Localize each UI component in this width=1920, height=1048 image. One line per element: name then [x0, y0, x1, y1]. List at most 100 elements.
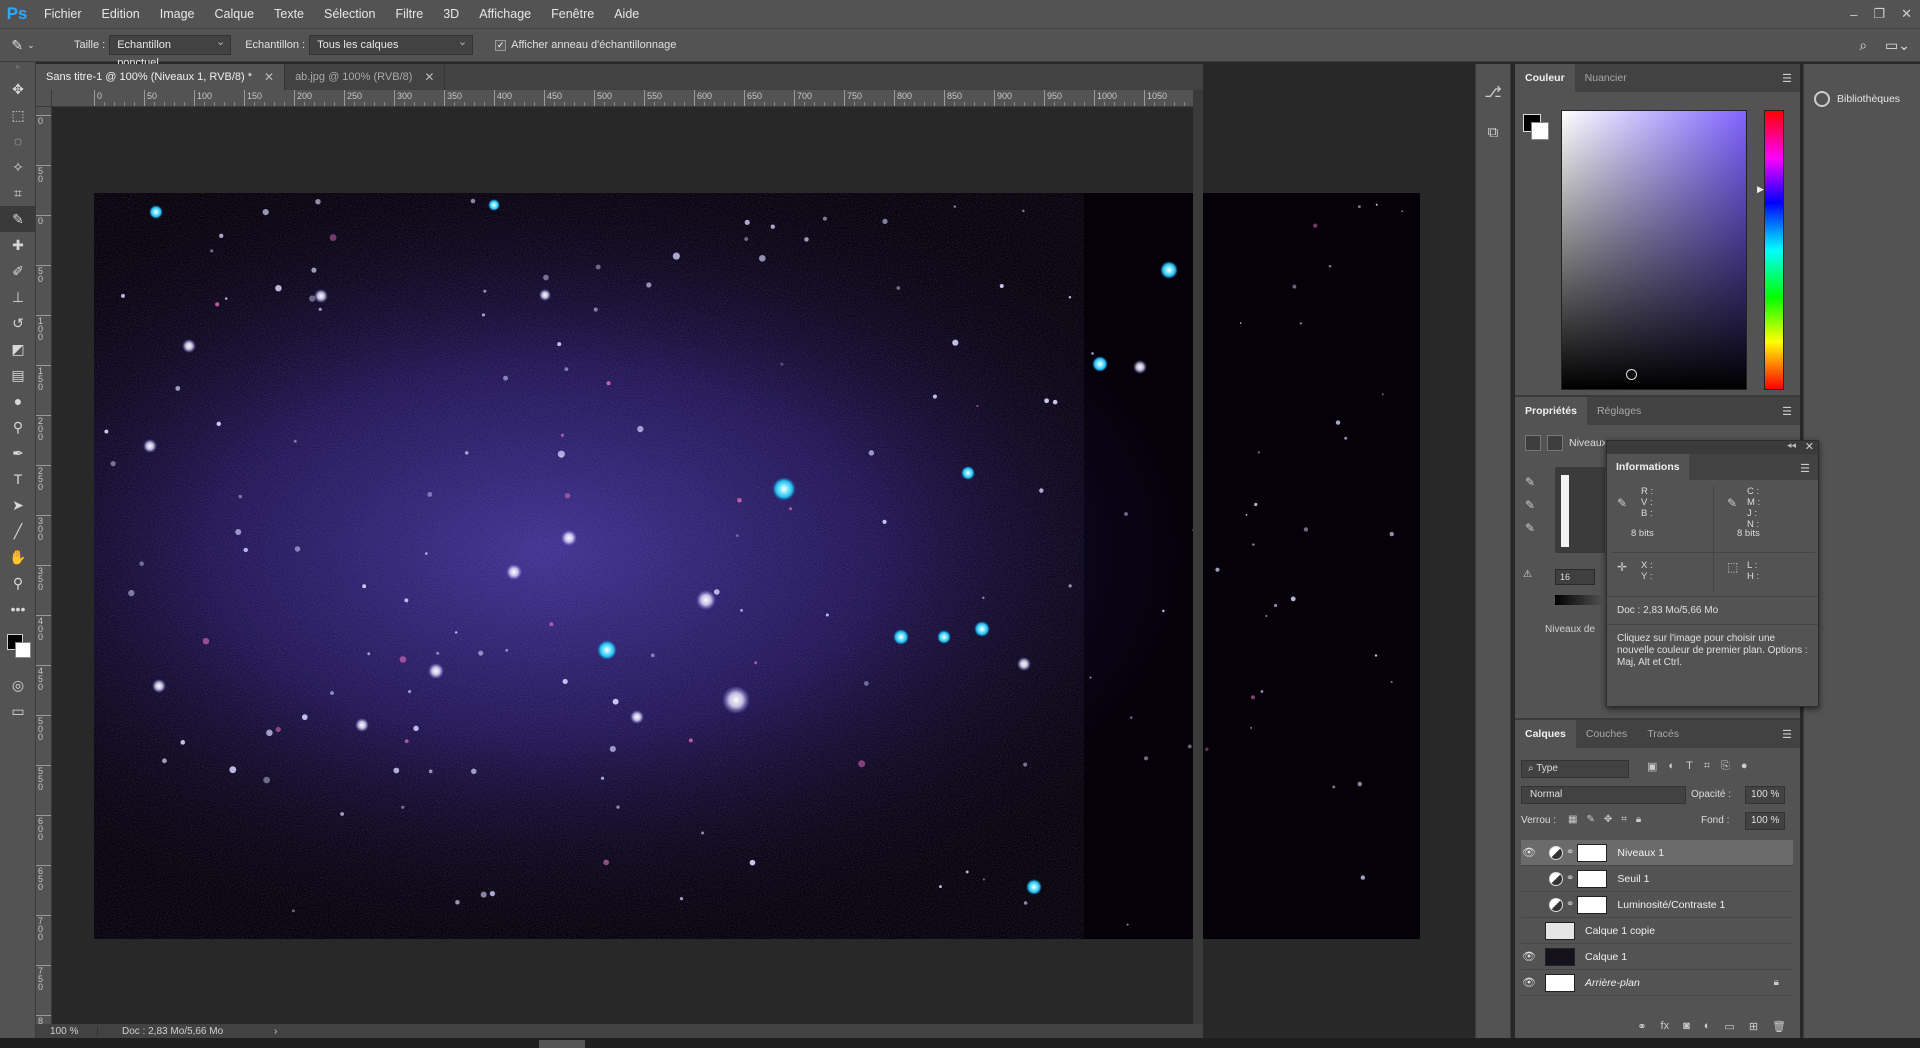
- delete-layer-icon[interactable]: 🗑︎: [1772, 1020, 1786, 1033]
- restore-icon[interactable]: ❐: [1873, 6, 1885, 22]
- info-panel-titlebar[interactable]: ◂◂ ✕: [1607, 440, 1818, 454]
- black-input-level[interactable]: 16: [1555, 569, 1595, 585]
- layer-thumbnail[interactable]: [1545, 921, 1575, 940]
- blur-tool-icon[interactable]: ●: [0, 388, 36, 414]
- visibility-eye-icon[interactable]: 👁︎: [1521, 950, 1537, 963]
- tab-sans-titre[interactable]: Sans titre-1 @ 100% (Niveaux 1, RVB/8) *…: [36, 64, 286, 90]
- filter-smart-icon[interactable]: ⎘: [1721, 760, 1730, 773]
- vertical-ruler[interactable]: 0 50 0 50 100 150 200 250 300 350 400 450 500 550 600 6…: [36, 107, 52, 1024]
- menu-item[interactable]: 3D: [433, 0, 469, 28]
- vertical-scrollbar[interactable]: [1193, 90, 1203, 1024]
- brush-tool-icon[interactable]: ✐: [0, 258, 36, 284]
- layer-row[interactable]: 👁︎ ⚭ Niveaux 1: [1521, 840, 1793, 866]
- menu-item[interactable]: Image: [150, 0, 205, 28]
- minimize-icon[interactable]: –: [1850, 7, 1857, 22]
- layer-name[interactable]: Arrière-plan: [1585, 977, 1640, 989]
- document-canvas[interactable]: [94, 193, 1420, 939]
- mask-icon[interactable]: [1547, 435, 1563, 451]
- lock-artboard-icon[interactable]: ⌗: [1621, 814, 1627, 825]
- white-point-eyedropper-icon[interactable]: ✎: [1525, 521, 1535, 535]
- tab-ab-jpg[interactable]: ab.jpg @ 100% (RVB/8) ✕: [285, 64, 446, 90]
- layer-thumbnail[interactable]: [1545, 973, 1575, 992]
- color-bg-swatch[interactable]: [1531, 122, 1549, 140]
- toolbar-collapse-icon[interactable]: »: [0, 62, 35, 76]
- lock-all-icon[interactable]: 🔒︎: [1636, 814, 1641, 825]
- menu-item[interactable]: Fenêtre: [541, 0, 604, 28]
- quick-mask-icon[interactable]: ◎: [0, 672, 36, 698]
- magic-wand-tool-icon[interactable]: ✧: [0, 154, 36, 180]
- hue-slider-arrow[interactable]: ▶: [1757, 184, 1764, 195]
- layer-name[interactable]: Calque 1 copie: [1585, 925, 1655, 937]
- layer-thumbnail[interactable]: [1545, 947, 1575, 966]
- layer-filter-select[interactable]: ⌕ Type: [1521, 760, 1629, 778]
- color-picker-ring[interactable]: [1626, 369, 1637, 380]
- layer-name[interactable]: Seuil 1: [1617, 873, 1649, 885]
- type-tool-icon[interactable]: T: [0, 466, 36, 492]
- healing-tool-icon[interactable]: ✚: [0, 232, 36, 258]
- sample-select[interactable]: Tous les calques: [309, 33, 474, 55]
- filter-shape-icon[interactable]: ⌗: [1704, 760, 1710, 773]
- zoom-level[interactable]: 100 %: [36, 1025, 98, 1037]
- visibility-eye-icon[interactable]: 👁︎: [1521, 872, 1537, 885]
- visibility-eye-icon[interactable]: 👁︎: [1521, 976, 1537, 989]
- eyedropper-tool-icon[interactable]: ✎: [0, 206, 36, 232]
- filter-toggle-icon[interactable]: ●: [1741, 760, 1748, 773]
- gradient-tool-icon[interactable]: ▤: [0, 362, 36, 388]
- history-panel-icon[interactable]: ⎇: [1476, 72, 1510, 112]
- layer-row[interactable]: 👁︎ Arrière-plan 🔒︎: [1521, 970, 1793, 996]
- menu-item[interactable]: Affichage: [469, 0, 541, 28]
- hue-slider[interactable]: [1764, 110, 1784, 390]
- layer-name[interactable]: Luminosité/Contraste 1: [1617, 899, 1725, 911]
- panel-menu-icon[interactable]: ☰: [1782, 405, 1792, 418]
- tab-nuancier[interactable]: Nuancier: [1575, 64, 1637, 92]
- panel-menu-icon[interactable]: ☰: [1782, 728, 1792, 741]
- layer-row[interactable]: 👁︎ ⚭ Luminosité/Contraste 1: [1521, 892, 1793, 918]
- sampling-ring-toggle[interactable]: ✓ Afficher anneau d'échantillonnage: [495, 39, 676, 51]
- dodge-tool-icon[interactable]: ⚲: [0, 414, 36, 440]
- auto-warning-icon[interactable]: ⚠: [1523, 569, 1532, 580]
- levels-histogram[interactable]: [1555, 467, 1605, 553]
- properties-panel-icon[interactable]: ⧉: [1476, 112, 1510, 152]
- eyedropper-icon[interactable]: ✎: [1727, 496, 1737, 510]
- link-layers-icon[interactable]: ⚭: [1637, 1020, 1646, 1033]
- filter-pixel-icon[interactable]: ▣: [1647, 760, 1657, 773]
- lasso-tool-icon[interactable]: ◌: [0, 128, 36, 154]
- new-adjustment-icon[interactable]: ◐: [1704, 1020, 1711, 1032]
- search-icon[interactable]: ⌕: [1859, 37, 1867, 54]
- tab-couches[interactable]: Couches: [1576, 720, 1637, 748]
- libraries-button[interactable]: Bibliothèques: [1804, 84, 1920, 114]
- layer-row[interactable]: 👁︎ Calque 1 copie: [1521, 918, 1793, 944]
- output-levels-gradient[interactable]: [1555, 595, 1605, 605]
- color-picker-field[interactable]: [1561, 110, 1747, 390]
- panel-menu-icon[interactable]: ☰: [1800, 462, 1810, 475]
- move-tool-icon[interactable]: ✥: [0, 76, 36, 102]
- crop-tool-icon[interactable]: ⌗: [0, 180, 36, 206]
- visibility-eye-icon[interactable]: 👁︎: [1521, 924, 1537, 937]
- menu-item[interactable]: Filtre: [385, 0, 433, 28]
- horizontal-ruler[interactable]: 0 50 100 150 200 250 300 350 400 450 500 550 600 650 7…: [52, 90, 1193, 107]
- layer-name[interactable]: Calque 1: [1585, 951, 1627, 963]
- layer-name[interactable]: Niveaux 1: [1617, 847, 1664, 859]
- hand-tool-icon[interactable]: ✋: [0, 544, 36, 570]
- menu-item[interactable]: Sélection: [314, 0, 385, 28]
- tool-preset-picker[interactable]: ✎ ⌄: [0, 37, 46, 54]
- collapse-icon[interactable]: ◂◂: [1787, 440, 1796, 451]
- history-brush-icon[interactable]: ↺: [0, 310, 36, 336]
- close-icon[interactable]: ✕: [424, 70, 434, 84]
- stamp-tool-icon[interactable]: ⊥: [0, 284, 36, 310]
- menu-item[interactable]: Fichier: [34, 0, 92, 28]
- close-icon[interactable]: ✕: [264, 70, 274, 84]
- background-swatch[interactable]: [15, 642, 31, 658]
- zoom-tool-icon[interactable]: ⚲: [0, 570, 36, 596]
- opacity-input[interactable]: 100 %: [1745, 786, 1785, 804]
- filter-adjustment-icon[interactable]: ◐: [1668, 760, 1675, 773]
- eyedropper-icon[interactable]: ✎: [1617, 496, 1627, 510]
- close-icon[interactable]: ✕: [1901, 6, 1912, 22]
- workspace-icon[interactable]: ▭⌄: [1885, 37, 1910, 54]
- tab-calques[interactable]: Calques: [1515, 719, 1576, 748]
- gray-point-eyedropper-icon[interactable]: ✎: [1525, 498, 1535, 512]
- fx-icon[interactable]: fx: [1661, 1020, 1670, 1032]
- eraser-tool-icon[interactable]: ◩: [0, 336, 36, 362]
- layer-row[interactable]: 👁︎ ⚭ Seuil 1: [1521, 866, 1793, 892]
- layer-lock-icon[interactable]: 🔒︎: [1774, 977, 1779, 988]
